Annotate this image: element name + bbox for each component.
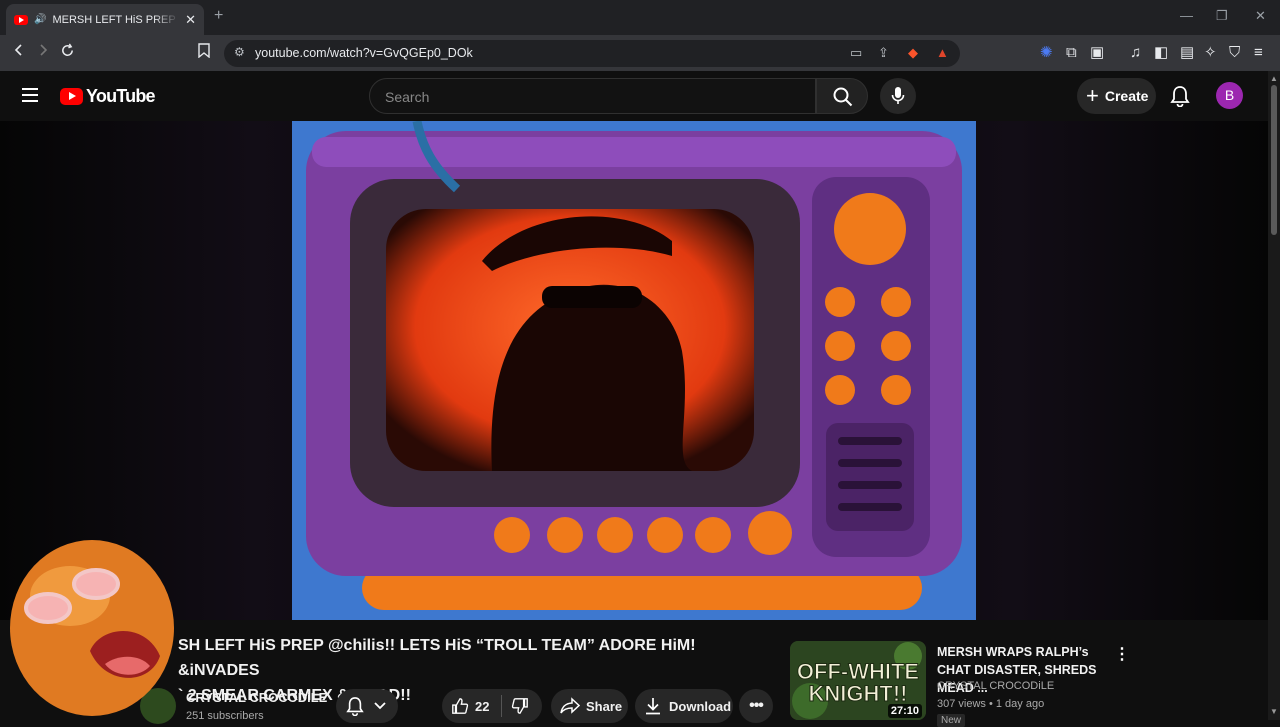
mic-icon: [891, 87, 905, 104]
share-icon: [560, 697, 580, 714]
search-button[interactable]: [816, 78, 868, 114]
youtube-logo[interactable]: YouTube: [60, 86, 156, 107]
bookmark-icon[interactable]: [198, 43, 210, 64]
create-label: Create: [1104, 88, 1149, 104]
recommended-meta: 307 views • 1 day ago: [937, 698, 1045, 710]
subscriber-count: 251 subscribers: [186, 710, 264, 722]
recommended-channel[interactable]: CRYSTAL CROCODiLE: [937, 680, 1054, 692]
close-window-button[interactable]: ✕: [1255, 8, 1266, 24]
new-tab-button[interactable]: +: [214, 7, 223, 25]
bell-sub-icon: [346, 697, 364, 716]
shield-icon[interactable]: ⛉: [1229, 43, 1240, 63]
share-label: Share: [586, 698, 623, 714]
overlay-emote-sticker: [10, 540, 174, 716]
reader-icon[interactable]: ▣: [1090, 43, 1104, 63]
share-page-icon[interactable]: ⇪: [878, 45, 889, 61]
reload-button[interactable]: [60, 43, 75, 64]
youtube-favicon-icon: [14, 14, 28, 25]
video-title-line-1: SH LEFT HiS PREP @chilis!! LETS HiS “TRO…: [178, 637, 696, 679]
url-text: youtube.com/watch?v=GvQGEp0_DOk: [255, 46, 473, 60]
subscribe-notifications-button[interactable]: [336, 689, 398, 723]
address-bar[interactable]: ⚙ youtube.com/watch?v=GvQGEp0_DOk ▭ ⇪ ◆ …: [224, 40, 960, 67]
speaker-icon[interactable]: 🔊: [34, 14, 46, 25]
new-badge: New: [937, 714, 966, 727]
search-box[interactable]: [369, 78, 816, 114]
download-button[interactable]: Download: [635, 689, 733, 723]
sidebar-icon[interactable]: ◧: [1154, 43, 1168, 63]
site-settings-icon[interactable]: ⚙: [234, 45, 245, 59]
browser-toolbar: ⚙ youtube.com/watch?v=GvQGEp0_DOk ▭ ⇪ ◆ …: [0, 35, 1280, 71]
like-divider: [501, 695, 503, 717]
extensions-icon[interactable]: ⧉: [1066, 43, 1077, 63]
thumb-text-2: KNIGHT!!: [809, 681, 908, 706]
tab-title: MERSH LEFT HiS PREP @chilis!!: [52, 13, 179, 26]
menu-icon[interactable]: [22, 88, 38, 102]
like-count: 22: [475, 698, 490, 714]
browser-tab[interactable]: 🔊 MERSH LEFT HiS PREP @chilis!! ✕: [6, 4, 204, 35]
close-tab-icon[interactable]: ✕: [185, 12, 196, 28]
video-player[interactable]: [292, 121, 976, 620]
browser-tab-bar: 🔊 MERSH LEFT HiS PREP @chilis!! ✕ + — ❐ …: [0, 0, 1280, 35]
like-dislike-group: 22: [442, 689, 542, 723]
like-button[interactable]: 22: [451, 697, 489, 715]
search-icon: [833, 87, 853, 107]
cast-icon[interactable]: ▭: [850, 45, 862, 61]
channel-name[interactable]: CRYSTAL CROCODiLE: [186, 690, 327, 705]
thumb-down-icon[interactable]: [511, 697, 529, 715]
recommended-more-icon[interactable]: ⋮: [1114, 644, 1130, 664]
back-button[interactable]: [12, 43, 26, 63]
share-button[interactable]: Share: [551, 689, 628, 723]
plus-icon: +: [1086, 83, 1099, 108]
leo-ai-icon[interactable]: ✧: [1204, 43, 1217, 63]
create-button[interactable]: + Create: [1077, 78, 1156, 114]
avatar[interactable]: B: [1216, 82, 1243, 109]
scrollbar-thumb[interactable]: [1271, 85, 1277, 235]
media-icon[interactable]: ♫: [1130, 43, 1141, 63]
search-input[interactable]: [383, 88, 783, 106]
scroll-down-icon[interactable]: ▼: [1270, 707, 1278, 716]
thumb-up-icon: [452, 698, 469, 714]
recommended-thumbnail[interactable]: OFF-WHITE KNIGHT!! 27:10: [790, 641, 926, 720]
restore-button[interactable]: ❐: [1216, 8, 1228, 24]
youtube-play-icon: [60, 88, 83, 105]
voice-search-button[interactable]: [880, 78, 916, 114]
video-duration: 27:10: [887, 704, 922, 718]
youtube-masthead: YouTube + Create B: [0, 71, 1268, 121]
more-icon: •••: [749, 697, 764, 714]
more-actions-button[interactable]: •••: [739, 689, 773, 723]
chevron-down-icon: [374, 702, 386, 710]
browser-menu-icon[interactable]: ≡: [1254, 43, 1263, 63]
scroll-up-icon[interactable]: ▲: [1270, 74, 1278, 83]
download-label: Download: [669, 698, 732, 714]
download-icon: [646, 698, 660, 715]
page-scrollbar[interactable]: ▲ ▼: [1268, 71, 1280, 720]
vpn-icon[interactable]: ✺: [1040, 43, 1053, 63]
logo-text: YouTube: [86, 86, 156, 106]
bell-icon[interactable]: [1170, 85, 1190, 112]
brave-rewards-icon[interactable]: ▲: [936, 45, 949, 60]
brave-shield-icon[interactable]: ◆: [908, 45, 918, 61]
wallet-icon[interactable]: ▤: [1180, 43, 1194, 63]
video-frame-tv-illustration: [292, 121, 976, 620]
minimize-button[interactable]: —: [1180, 8, 1193, 23]
forward-button[interactable]: [36, 43, 50, 63]
